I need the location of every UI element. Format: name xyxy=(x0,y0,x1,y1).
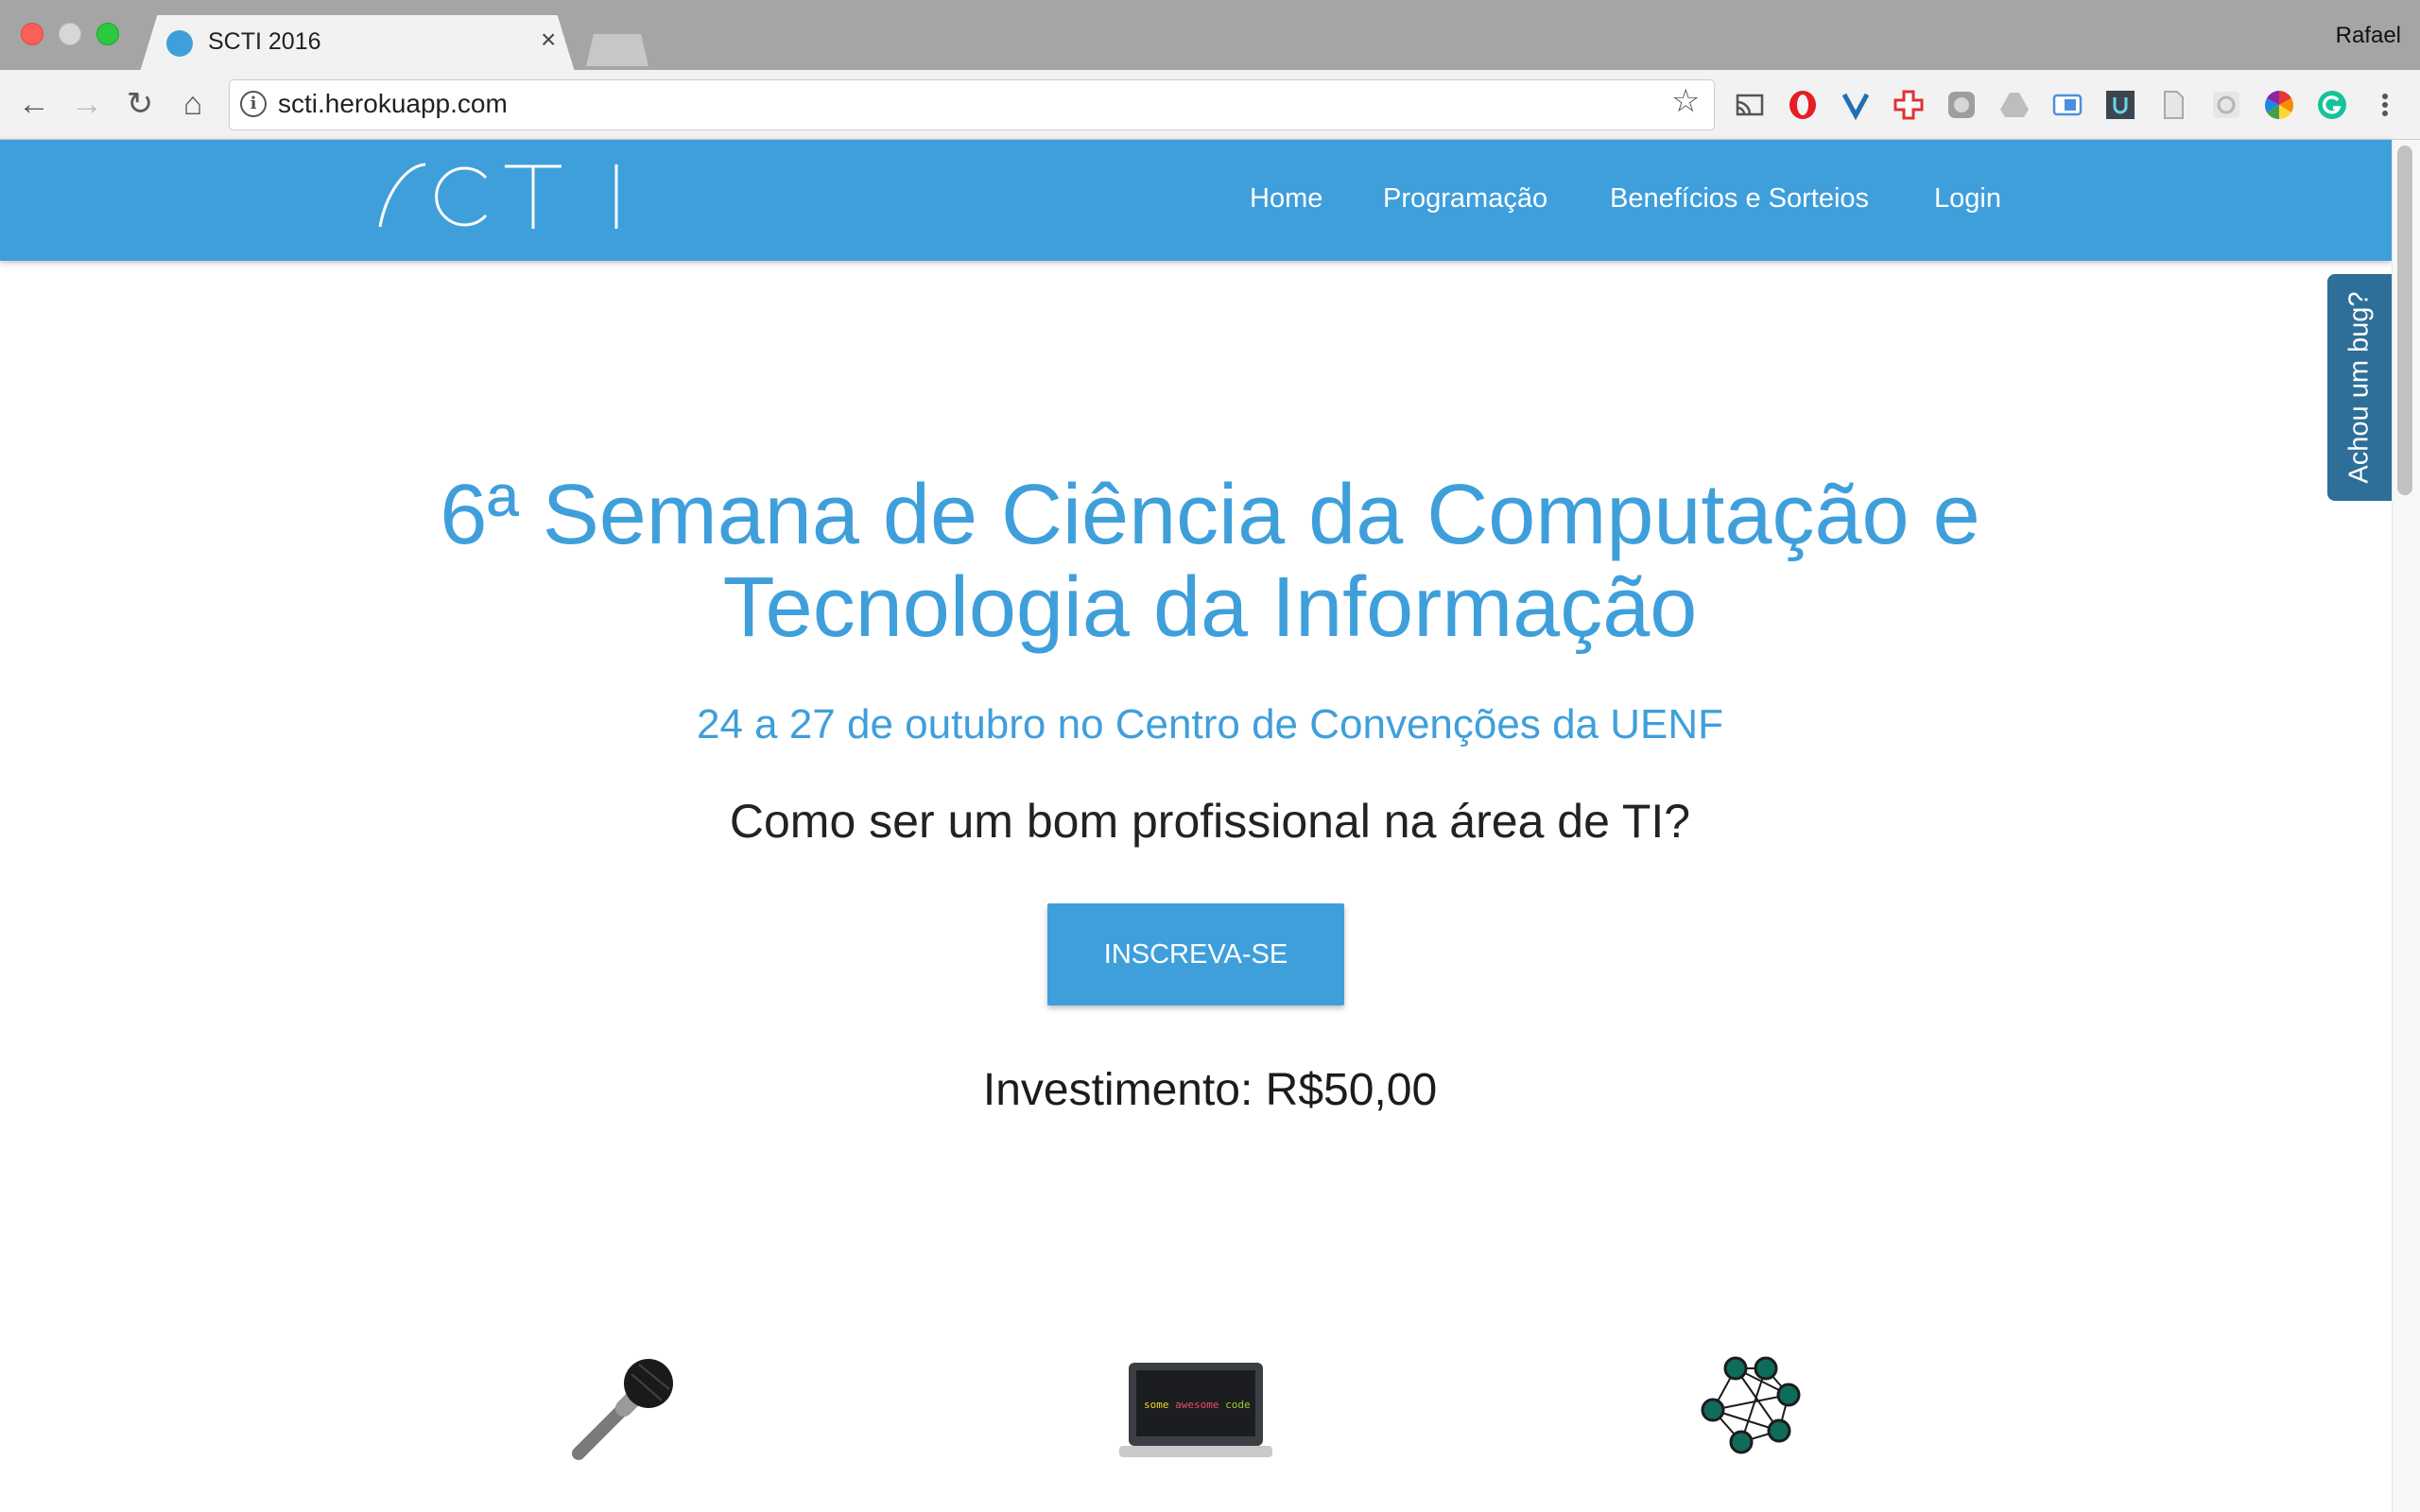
price-text: Investimento: R$50,00 xyxy=(982,1065,1438,1115)
microphone-icon xyxy=(572,1359,673,1460)
scrollbar-thumb[interactable] xyxy=(2397,146,2412,495)
home-icon[interactable]: ⌂ xyxy=(174,85,212,123)
nav-programacao-link[interactable]: Programação xyxy=(1383,183,1547,215)
bug-report-label[interactable]: Achou um bug? xyxy=(2344,291,2376,483)
event-date: 24 a 27 de outubro no Centro de Convençõ… xyxy=(696,701,1724,747)
hero-title-line1: 6ª Semana de Ciência da Computação e xyxy=(440,468,1980,562)
extension-doc-icon[interactable] xyxy=(2157,89,2189,121)
yoast-icon[interactable] xyxy=(1840,89,1872,121)
new-tab-button[interactable] xyxy=(586,34,648,66)
site-info-icon[interactable]: i xyxy=(240,91,267,117)
laptop-code-word-1: some xyxy=(1144,1399,1169,1411)
extension-blue-icon[interactable] xyxy=(2051,89,2083,121)
event-theme: Como ser um bom profissional na área de … xyxy=(729,795,1691,848)
extension-u-icon[interactable] xyxy=(2104,89,2136,121)
signup-button[interactable]: INSCREVA-SE xyxy=(1047,903,1344,1005)
laptop-code-word-3: code xyxy=(1225,1399,1251,1411)
extension-gear-icon[interactable] xyxy=(2210,89,2242,121)
extension-gray-icon[interactable] xyxy=(1945,89,1978,121)
profile-name[interactable]: Rafael xyxy=(2336,23,2401,49)
url-text[interactable]: scti.herokuapp.com xyxy=(278,89,508,119)
hero-title-line2: Tecnologia da Informação xyxy=(722,560,1698,655)
tab-title: SCTI 2016 xyxy=(208,28,321,55)
nav-home-link[interactable]: Home xyxy=(1250,183,1322,215)
cast-icon[interactable] xyxy=(1734,89,1766,121)
drive-icon[interactable] xyxy=(1998,89,2031,121)
reload-icon[interactable]: ↻ xyxy=(121,85,159,123)
opera-icon[interactable] xyxy=(1787,89,1819,121)
back-icon[interactable]: ← xyxy=(15,85,53,123)
site-navbar xyxy=(0,140,2392,261)
hero-title: 6ª Semana de Ciência da Computação e Tec… xyxy=(265,469,2155,654)
scti-logo[interactable] xyxy=(376,157,624,232)
extension-red-cross-icon[interactable] xyxy=(1893,89,1925,121)
color-picker-icon[interactable] xyxy=(2263,89,2295,121)
laptop-icon: some awesome code xyxy=(1115,1351,1276,1465)
favicon-icon xyxy=(166,30,193,57)
network-icon xyxy=(1701,1356,1801,1454)
maximize-window-button[interactable] xyxy=(96,23,119,45)
browser-tab[interactable] xyxy=(140,15,575,72)
close-window-button[interactable] xyxy=(21,23,43,45)
nav-beneficios-link[interactable]: Benefícios e Sorteios xyxy=(1610,183,1869,215)
bookmark-star-icon[interactable]: ☆ xyxy=(1671,85,1700,117)
forward-icon[interactable]: → xyxy=(68,85,106,123)
nav-login-link[interactable]: Login xyxy=(1934,183,2001,215)
menu-icon[interactable] xyxy=(2369,89,2401,121)
grammarly-icon[interactable] xyxy=(2316,89,2348,121)
laptop-code-word-2: awesome xyxy=(1175,1399,1219,1411)
tab-close-icon[interactable]: × xyxy=(541,26,556,53)
minimize-window-button[interactable] xyxy=(59,23,81,45)
